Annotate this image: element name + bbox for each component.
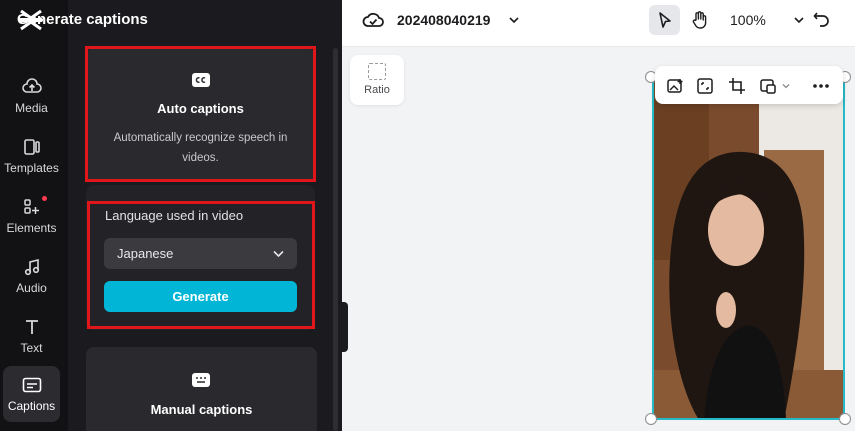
- cursor-icon: [658, 12, 671, 28]
- hand-tool-button[interactable]: [686, 5, 714, 35]
- hand-icon: [692, 11, 707, 29]
- music-note-icon: [21, 256, 43, 278]
- templates-icon: [21, 136, 43, 158]
- left-rail: Media Templates Elements Audio Text Capt…: [0, 0, 68, 431]
- cloud-sync-icon[interactable]: [362, 10, 384, 30]
- notification-dot: [42, 196, 47, 201]
- panel-scrollbar[interactable]: [333, 48, 338, 431]
- sidebar-item-label: Captions: [7, 399, 56, 413]
- zoom-level[interactable]: 100%: [730, 12, 766, 28]
- text-icon: [21, 316, 43, 338]
- sidebar-item-label: Text: [20, 341, 43, 355]
- sidebar-item-label: Audio: [16, 281, 47, 295]
- panel-collapse-handle[interactable]: [340, 302, 348, 352]
- media-cloud-icon: [21, 76, 43, 98]
- chevron-down-icon: [273, 250, 284, 258]
- auto-captions-description: Automatically recognize speech in videos…: [113, 132, 288, 164]
- replace-image-icon[interactable]: [665, 76, 685, 96]
- keyboard-icon: [192, 373, 210, 387]
- cc-icon: [192, 73, 210, 87]
- elements-icon: [21, 196, 43, 218]
- panel-title: Generate captions: [17, 11, 148, 28]
- sidebar-item-label: Templates: [4, 161, 59, 175]
- video-preview[interactable]: [652, 78, 845, 420]
- chevron-down-icon[interactable]: [793, 14, 805, 26]
- mask-icon[interactable]: [758, 76, 778, 96]
- more-options-icon[interactable]: [811, 76, 831, 96]
- sidebar-item-label: Elements: [6, 221, 57, 235]
- sidebar-item-captions[interactable]: Captions: [3, 366, 60, 422]
- select-tool-button[interactable]: [649, 5, 680, 35]
- generate-button[interactable]: Generate: [104, 281, 297, 312]
- manual-captions-title: Manual captions: [150, 402, 253, 417]
- chevron-down-icon[interactable]: [780, 76, 792, 96]
- captions-icon: [21, 374, 43, 396]
- sidebar-item-audio[interactable]: Audio: [3, 248, 60, 304]
- project-name[interactable]: 202408040219: [397, 12, 490, 28]
- fit-frame-icon[interactable]: [695, 76, 715, 96]
- sidebar-item-media[interactable]: Media: [3, 68, 60, 124]
- auto-captions-title: Auto captions: [157, 101, 244, 116]
- language-select[interactable]: Japanese: [104, 238, 297, 269]
- language-select-value: Japanese: [117, 246, 174, 261]
- manual-captions-card[interactable]: [86, 347, 317, 431]
- resize-handle[interactable]: [645, 413, 657, 425]
- resize-handle[interactable]: [839, 413, 851, 425]
- chevron-down-icon[interactable]: [508, 14, 520, 26]
- sidebar-item-templates[interactable]: Templates: [3, 128, 60, 184]
- sidebar-item-text[interactable]: Text: [3, 308, 60, 364]
- language-label: Language used in video: [105, 208, 244, 223]
- undo-icon[interactable]: [812, 9, 832, 29]
- ratio-label: Ratio: [364, 84, 390, 96]
- sidebar-item-label: Media: [15, 101, 48, 115]
- ratio-icon: [368, 63, 386, 80]
- crop-icon[interactable]: [727, 76, 747, 96]
- video-frame-image: [654, 80, 843, 418]
- sidebar-item-elements[interactable]: Elements: [3, 188, 60, 244]
